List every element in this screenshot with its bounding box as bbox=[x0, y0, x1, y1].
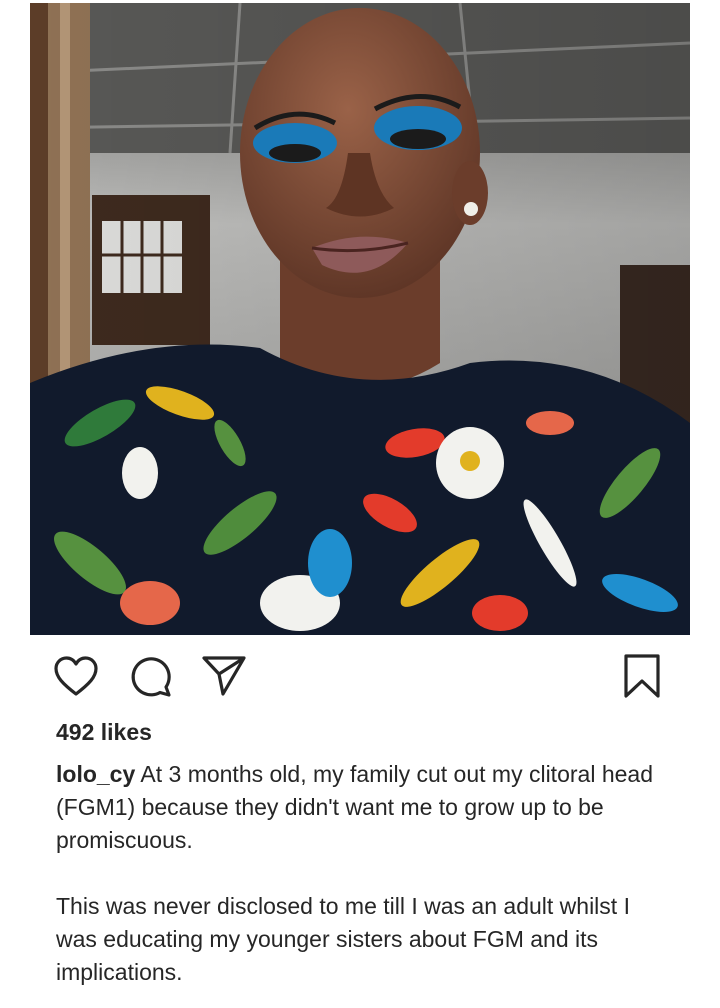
heart-icon bbox=[54, 656, 98, 696]
post-photo-illustration bbox=[30, 3, 690, 635]
share-button[interactable] bbox=[200, 650, 248, 702]
bookmark-icon bbox=[624, 654, 660, 698]
post-actions-bar bbox=[0, 650, 720, 706]
caption-username[interactable]: lolo_cy bbox=[56, 761, 135, 787]
likes-count[interactable]: 492 likes bbox=[56, 719, 152, 746]
like-button[interactable] bbox=[52, 650, 100, 702]
comment-button[interactable] bbox=[126, 650, 174, 702]
post-photo[interactable] bbox=[30, 3, 690, 635]
save-button[interactable] bbox=[618, 650, 666, 702]
comment-bubble-icon bbox=[131, 657, 171, 697]
caption-text-first: At 3 months old, my family cut out my cl… bbox=[56, 761, 653, 853]
post-caption: lolo_cy At 3 months old, my family cut o… bbox=[56, 758, 676, 989]
paper-plane-icon bbox=[202, 656, 246, 696]
caption-text-second: This was never disclosed to me till I wa… bbox=[56, 893, 630, 985]
